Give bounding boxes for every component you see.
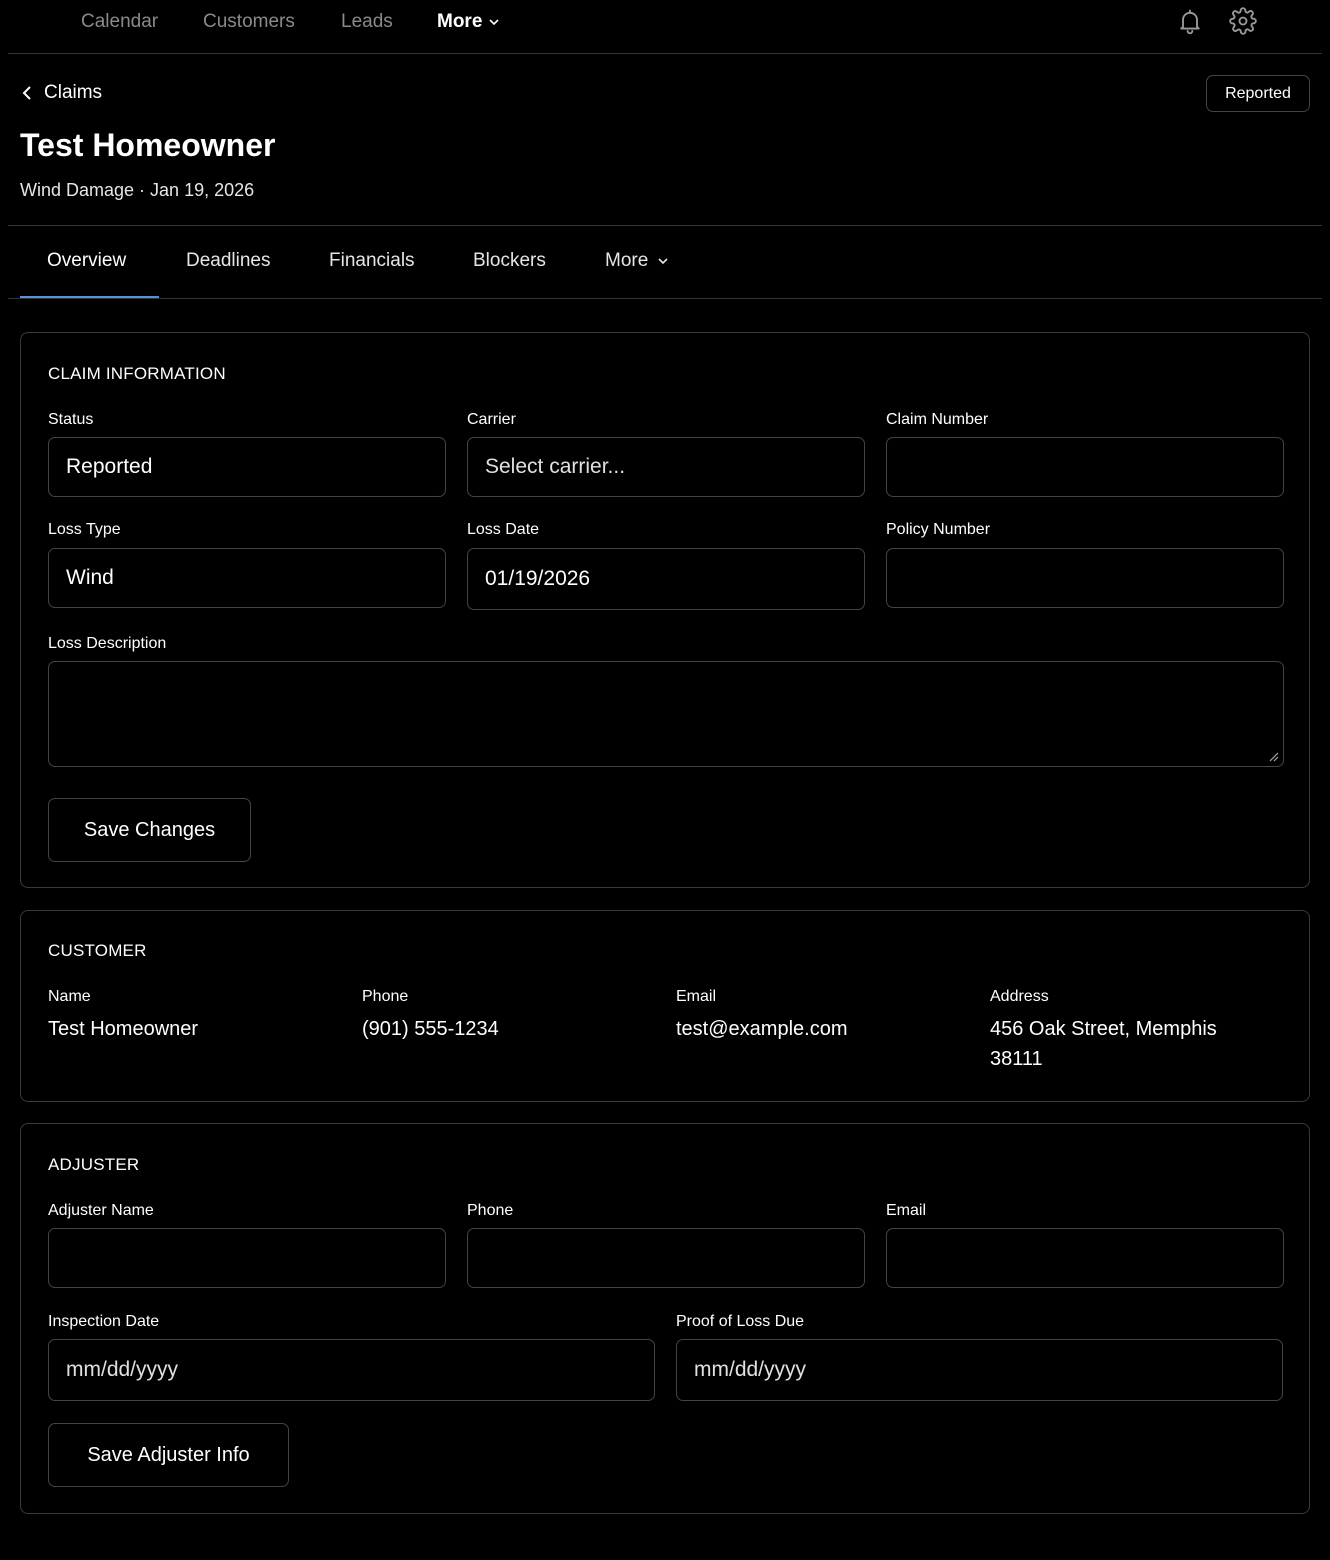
back-label: Claims	[44, 82, 103, 103]
tabs-divider	[8, 298, 1322, 299]
claim-number-input[interactable]	[886, 437, 1284, 497]
customer-card: CUSTOMER Name Test Homeowner Phone (901)…	[20, 910, 1310, 1102]
status-badge[interactable]: Reported	[1206, 75, 1310, 112]
section-title: ADJUSTER	[48, 1155, 140, 1174]
customer-name-label: Name	[48, 988, 91, 1005]
nav-link-leads[interactable]: Leads	[341, 11, 393, 33]
tab-blockers[interactable]: Blockers	[473, 250, 546, 272]
adjuster-phone-label: Phone	[467, 1202, 514, 1219]
loss-description-label: Loss Description	[48, 635, 167, 652]
customer-phone-label: Phone	[362, 988, 409, 1005]
adjuster-phone-input[interactable]	[467, 1228, 865, 1288]
loss-date-label: Loss Date	[467, 521, 540, 538]
nav-more-menu[interactable]: More	[437, 11, 499, 33]
page-title: Test Homeowner	[20, 127, 276, 163]
customer-address-label: Address	[990, 988, 1049, 1005]
back-to-claims-link[interactable]: Claims	[22, 82, 102, 104]
proof-of-loss-input[interactable]: mm/dd/yyyy	[676, 1339, 1283, 1401]
tab-more[interactable]: More	[605, 250, 668, 272]
customer-email-value: test@example.com	[676, 1018, 848, 1040]
nav-more-label: More	[437, 11, 483, 32]
status-label: Status	[48, 411, 94, 428]
chevron-down-icon	[658, 258, 668, 265]
nav-link-customers[interactable]: Customers	[203, 11, 295, 33]
adjuster-card: ADJUSTER Adjuster Name Phone Email Inspe…	[20, 1123, 1310, 1514]
proof-of-loss-label: Proof of Loss Due	[676, 1313, 805, 1330]
header-divider	[8, 225, 1322, 226]
inspection-date-input[interactable]: mm/dd/yyyy	[48, 1339, 655, 1401]
bell-icon[interactable]	[1176, 7, 1204, 35]
status-select[interactable]: Reported	[48, 437, 446, 497]
customer-phone-value: (901) 555-1234	[362, 1018, 499, 1040]
adjuster-email-label: Email	[886, 1202, 927, 1219]
customer-address-value: 456 Oak Street, Memphis 38111	[990, 1018, 1217, 1070]
section-title: CLAIM INFORMATION	[48, 364, 226, 383]
adjuster-email-input[interactable]	[886, 1228, 1284, 1288]
loss-description-textarea[interactable]	[48, 661, 1284, 767]
claim-information-card: CLAIM INFORMATION Status Reported Carrie…	[20, 332, 1310, 888]
top-nav: Calendar Customers Leads More	[8, 0, 1322, 54]
tab-deadlines[interactable]: Deadlines	[186, 250, 271, 272]
nav-link-calendar[interactable]: Calendar	[81, 11, 158, 33]
loss-type-label: Loss Type	[48, 521, 121, 538]
adjuster-name-input[interactable]	[48, 1228, 446, 1288]
resize-handle-icon[interactable]	[1267, 750, 1279, 762]
chevron-down-icon	[489, 19, 499, 26]
gear-icon[interactable]	[1229, 7, 1257, 35]
tab-more-label: More	[605, 250, 649, 271]
loss-date-input[interactable]: 01/19/2026	[467, 548, 865, 610]
section-title: CUSTOMER	[48, 941, 147, 960]
loss-type-select[interactable]: Wind	[48, 548, 446, 608]
inspection-date-label: Inspection Date	[48, 1313, 160, 1330]
chevron-left-icon	[22, 86, 31, 100]
policy-number-input[interactable]	[886, 548, 1284, 608]
policy-number-label: Policy Number	[886, 521, 991, 538]
customer-email-label: Email	[676, 988, 717, 1005]
claim-number-label: Claim Number	[886, 411, 989, 428]
tab-overview[interactable]: Overview	[47, 250, 126, 272]
save-changes-button[interactable]: Save Changes	[48, 798, 251, 862]
save-adjuster-info-button[interactable]: Save Adjuster Info	[48, 1423, 289, 1487]
adjuster-name-label: Adjuster Name	[48, 1202, 154, 1219]
page-subtitle: Wind Damage · Jan 19, 2026	[20, 180, 255, 200]
carrier-select[interactable]: Select carrier...	[467, 437, 865, 497]
carrier-label: Carrier	[467, 411, 516, 428]
customer-name-value: Test Homeowner	[48, 1018, 199, 1040]
tab-financials[interactable]: Financials	[329, 250, 415, 272]
